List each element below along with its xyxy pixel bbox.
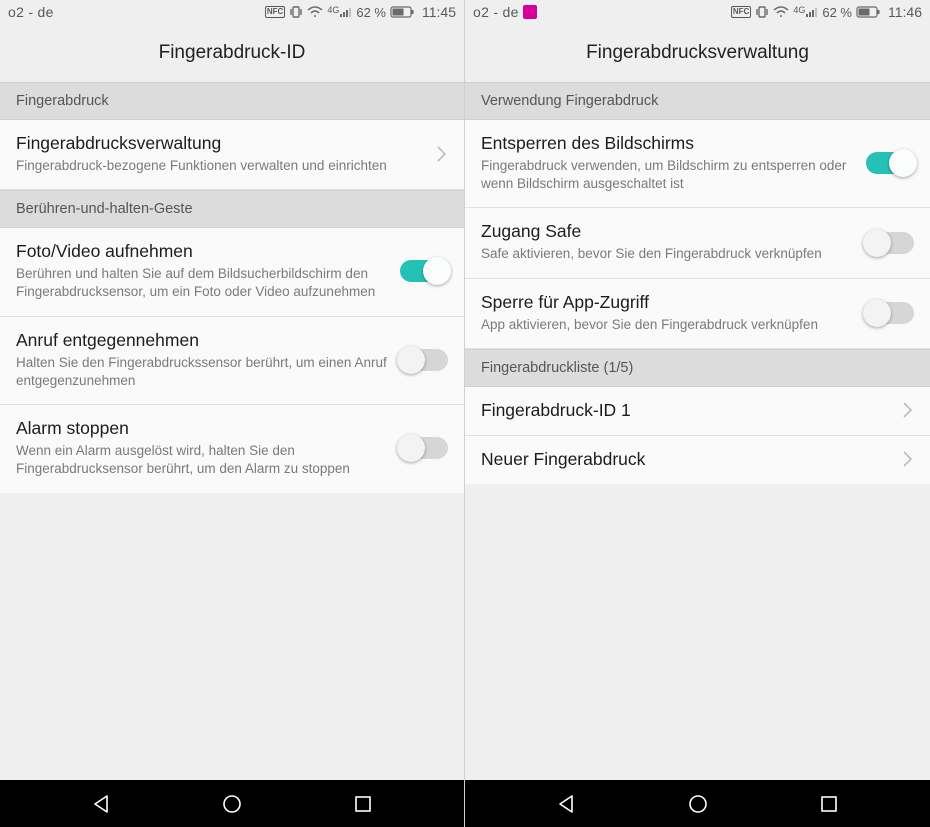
vibrate-icon <box>755 5 769 19</box>
nav-back-button[interactable] <box>536 780 596 827</box>
row-title: Fingerabdrucksverwaltung <box>16 133 424 154</box>
row-subtitle: Wenn ein Alarm ausgelöst wird, halten Si… <box>16 442 388 478</box>
nav-recent-button[interactable] <box>799 780 859 827</box>
section-fingerprint: Fingerabdruck <box>0 82 464 120</box>
row-photo-video[interactable]: Foto/Video aufnehmen Berühren und halten… <box>0 228 464 316</box>
toggle-photo-video[interactable] <box>400 260 448 282</box>
status-bar: o2 - de NFC 4G 62 % 11:45 <box>0 0 464 24</box>
battery-percent: 62 % <box>356 5 386 20</box>
section-fingerprint-usage: Verwendung Fingerabdruck <box>465 82 930 120</box>
status-bar: o2 - de NFC 4G 62 % 11:46 <box>465 0 930 24</box>
row-title: Entsperren des Bildschirms <box>481 133 854 154</box>
row-title: Fingerabdruck-ID 1 <box>481 400 890 421</box>
screen-fingerprint-id: o2 - de NFC 4G 62 % 11:45 Fingerabdruck-… <box>0 0 465 827</box>
wifi-icon <box>307 6 323 18</box>
screen-fingerprint-management: o2 - de NFC 4G 62 % 11:46 Fingerabdrucks… <box>465 0 930 827</box>
network-icon: 4G <box>793 6 818 18</box>
page-title: Fingerabdrucksverwaltung <box>465 24 930 82</box>
row-subtitle: Fingerabdruck-bezogene Funktionen verwal… <box>16 157 424 175</box>
row-subtitle: App aktivieren, bevor Sie den Fingerabdr… <box>481 316 854 334</box>
section-fingerprint-list: Fingerabdruckliste (1/5) <box>465 349 930 387</box>
page-title: Fingerabdruck-ID <box>0 24 464 82</box>
status-icons: NFC 4G 62 % 11:45 <box>265 4 456 20</box>
settings-list: Verwendung Fingerabdruck Entsperren des … <box>465 82 930 780</box>
row-title: Neuer Fingerabdruck <box>481 449 890 470</box>
row-stop-alarm[interactable]: Alarm stoppen Wenn ein Alarm ausgelöst w… <box>0 405 464 492</box>
nav-recent-button[interactable] <box>333 780 393 827</box>
row-title: Alarm stoppen <box>16 418 388 439</box>
row-subtitle: Berühren und halten Sie auf dem Bildsuch… <box>16 265 388 301</box>
battery-icon <box>390 6 414 18</box>
toggle-safe-access[interactable] <box>866 232 914 254</box>
row-new-fingerprint[interactable]: Neuer Fingerabdruck <box>465 436 930 484</box>
clock: 11:46 <box>888 4 922 20</box>
row-fingerprint-management[interactable]: Fingerabdrucksverwaltung Fingerabdruck-b… <box>0 120 464 190</box>
toggle-app-lock[interactable] <box>866 302 914 324</box>
nav-back-button[interactable] <box>71 780 131 827</box>
battery-percent: 62 % <box>822 5 852 20</box>
android-nav-bar <box>465 780 930 827</box>
row-subtitle: Safe aktivieren, bevor Sie den Fingerabd… <box>481 245 854 263</box>
nfc-icon: NFC <box>265 6 285 18</box>
nav-home-button[interactable] <box>202 780 262 827</box>
toggle-stop-alarm[interactable] <box>400 437 448 459</box>
chevron-right-icon <box>902 449 914 469</box>
carrier-label: o2 - de <box>473 4 537 20</box>
section-touch-hold-gesture: Berühren-und-halten-Geste <box>0 190 464 228</box>
row-fingerprint-1[interactable]: Fingerabdruck-ID 1 <box>465 387 930 436</box>
wifi-icon <box>773 6 789 18</box>
status-icons: NFC 4G 62 % 11:46 <box>731 4 922 20</box>
row-title: Foto/Video aufnehmen <box>16 241 388 262</box>
row-title: Anruf entgegennehmen <box>16 330 388 351</box>
row-unlock-screen[interactable]: Entsperren des Bildschirms Fingerabdruck… <box>465 120 930 208</box>
carrier-label: o2 - de <box>8 4 54 20</box>
row-title: Zugang Safe <box>481 221 854 242</box>
battery-icon <box>856 6 880 18</box>
chevron-right-icon <box>902 400 914 420</box>
row-subtitle: Halten Sie den Fingerabdruckssensor berü… <box>16 354 388 390</box>
toggle-answer-call[interactable] <box>400 349 448 371</box>
settings-list: Fingerabdruck Fingerabdrucksverwaltung F… <box>0 82 464 780</box>
android-nav-bar <box>0 780 464 827</box>
network-icon: 4G <box>327 6 352 18</box>
row-title: Sperre für App-Zugriff <box>481 292 854 313</box>
row-subtitle: Fingerabdruck verwenden, um Bildschirm z… <box>481 157 854 193</box>
row-safe-access[interactable]: Zugang Safe Safe aktivieren, bevor Sie d… <box>465 208 930 278</box>
nfc-icon: NFC <box>731 6 751 18</box>
row-app-lock[interactable]: Sperre für App-Zugriff App aktivieren, b… <box>465 279 930 349</box>
chevron-right-icon <box>436 144 448 164</box>
row-answer-call[interactable]: Anruf entgegennehmen Halten Sie den Fing… <box>0 317 464 405</box>
vibrate-icon <box>289 5 303 19</box>
clock: 11:45 <box>422 4 456 20</box>
nav-home-button[interactable] <box>668 780 728 827</box>
toggle-unlock-screen[interactable] <box>866 152 914 174</box>
notification-badge-icon <box>523 5 537 19</box>
